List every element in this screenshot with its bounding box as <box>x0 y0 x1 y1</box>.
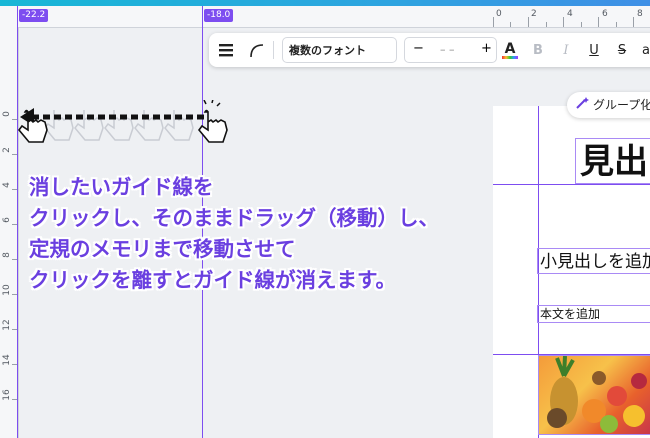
ruler-top-label: 8 <box>637 9 643 19</box>
instruction-line: 消したいガイド線を <box>29 175 214 199</box>
ruler-left-label: 12 <box>2 319 12 331</box>
ruler-top-label: 6 <box>602 9 608 19</box>
guide-position-label: -18.0 <box>204 9 234 22</box>
ruler-left-label: 6 <box>2 217 12 223</box>
font-size-stepper: − – – + <box>404 37 497 63</box>
size-increase-button[interactable]: + <box>481 41 492 56</box>
heading-textbox[interactable]: 見出し <box>575 138 650 184</box>
ruler-left-label: 16 <box>2 389 12 401</box>
group-button-label: グループ化 <box>593 98 650 112</box>
magic-wand-icon <box>575 93 589 119</box>
instruction-line: クリックを離すとガイド線が消えます。 <box>29 268 396 292</box>
ruler-left-label: 8 <box>2 252 12 258</box>
corner-radius-icon[interactable] <box>245 33 267 67</box>
underline-button[interactable]: U <box>585 33 603 67</box>
group-button[interactable]: グループ化 <box>567 92 650 118</box>
subheading-textbox[interactable]: 小見出しを追加 <box>537 248 650 274</box>
hamburger-icon[interactable] <box>215 33 237 67</box>
drag-arrow-illustration <box>17 100 228 143</box>
guide-line-left[interactable] <box>17 6 18 438</box>
ruler-top-label: 4 <box>567 9 573 19</box>
bold-button[interactable]: B <box>529 33 547 67</box>
ruler-left-label: 10 <box>2 284 12 296</box>
ruler-left-label: 0 <box>2 111 12 117</box>
ruler-left-label: 14 <box>2 354 12 366</box>
strikethrough-button[interactable]: S <box>613 33 631 67</box>
instruction-text: 消したいガイド線を クリックし、そのままドラッグ（移動）し、 定規のメモリまで移… <box>29 172 439 296</box>
instruction-line: クリックし、そのままドラッグ（移動）し、 <box>29 206 439 230</box>
text-toolbar: 複数のフォント − – – + A B I U S a <box>209 33 650 67</box>
size-decrease-button[interactable]: − <box>413 41 424 56</box>
color-bar <box>502 55 518 59</box>
top-ruler[interactable]: 0 2 4 6 8 <box>0 6 650 28</box>
letter-case-button[interactable]: a <box>639 33 650 67</box>
ruler-left-label: 4 <box>2 182 12 188</box>
font-family-select[interactable]: 複数のフォント <box>282 37 397 63</box>
body-textbox[interactable]: 本文を追加 <box>537 305 650 323</box>
page-guide-h <box>493 184 650 185</box>
instruction-line: 定規のメモリまで移動させて <box>29 237 296 261</box>
italic-button[interactable]: I <box>557 33 575 67</box>
guide-position-label: -22.2 <box>19 9 49 22</box>
ruler-top-label: 2 <box>531 9 537 19</box>
ruler-left-label: 2 <box>2 147 12 153</box>
text-color-button[interactable]: A <box>499 33 521 67</box>
size-value[interactable]: – – <box>440 43 455 56</box>
fruit-photo[interactable] <box>538 355 650 435</box>
ruler-top-label: 0 <box>496 9 502 19</box>
